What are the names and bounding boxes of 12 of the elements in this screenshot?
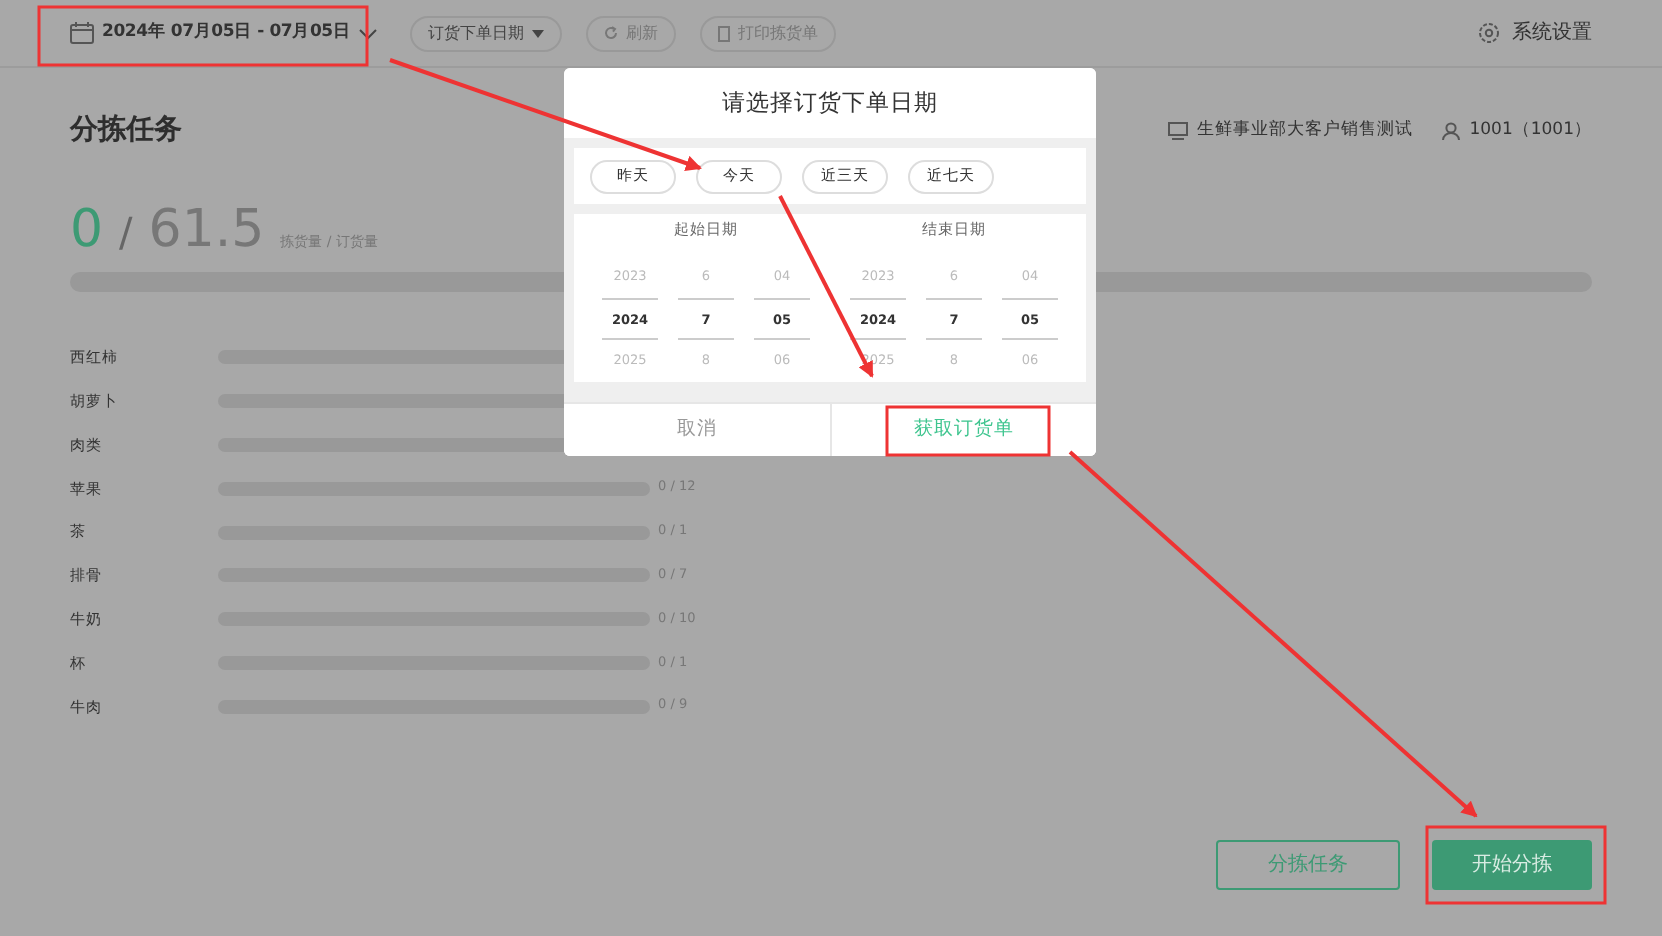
settings-button[interactable]: 系统设置 — [1478, 18, 1592, 48]
date-type-dropdown[interactable]: 订货下单日期 — [410, 15, 563, 51]
picked-amount: 0 — [70, 198, 104, 264]
cancel-button[interactable]: 取消 — [564, 404, 831, 456]
start-button[interactable]: 开始分拣 — [1432, 840, 1592, 890]
user-name: 1001（1001） — [1469, 117, 1592, 143]
task-button[interactable]: 分拣任务 — [1216, 840, 1400, 890]
date-range-picker[interactable]: 2024年 07月05日 - 07月05日 — [70, 20, 379, 46]
dialog-title: 请选择订货下单日期 — [564, 68, 1096, 138]
store-name: 生鲜事业部大客户销售测试 — [1197, 117, 1414, 143]
page-title: 分拣任务 — [70, 113, 182, 147]
separator: / — [119, 206, 133, 260]
